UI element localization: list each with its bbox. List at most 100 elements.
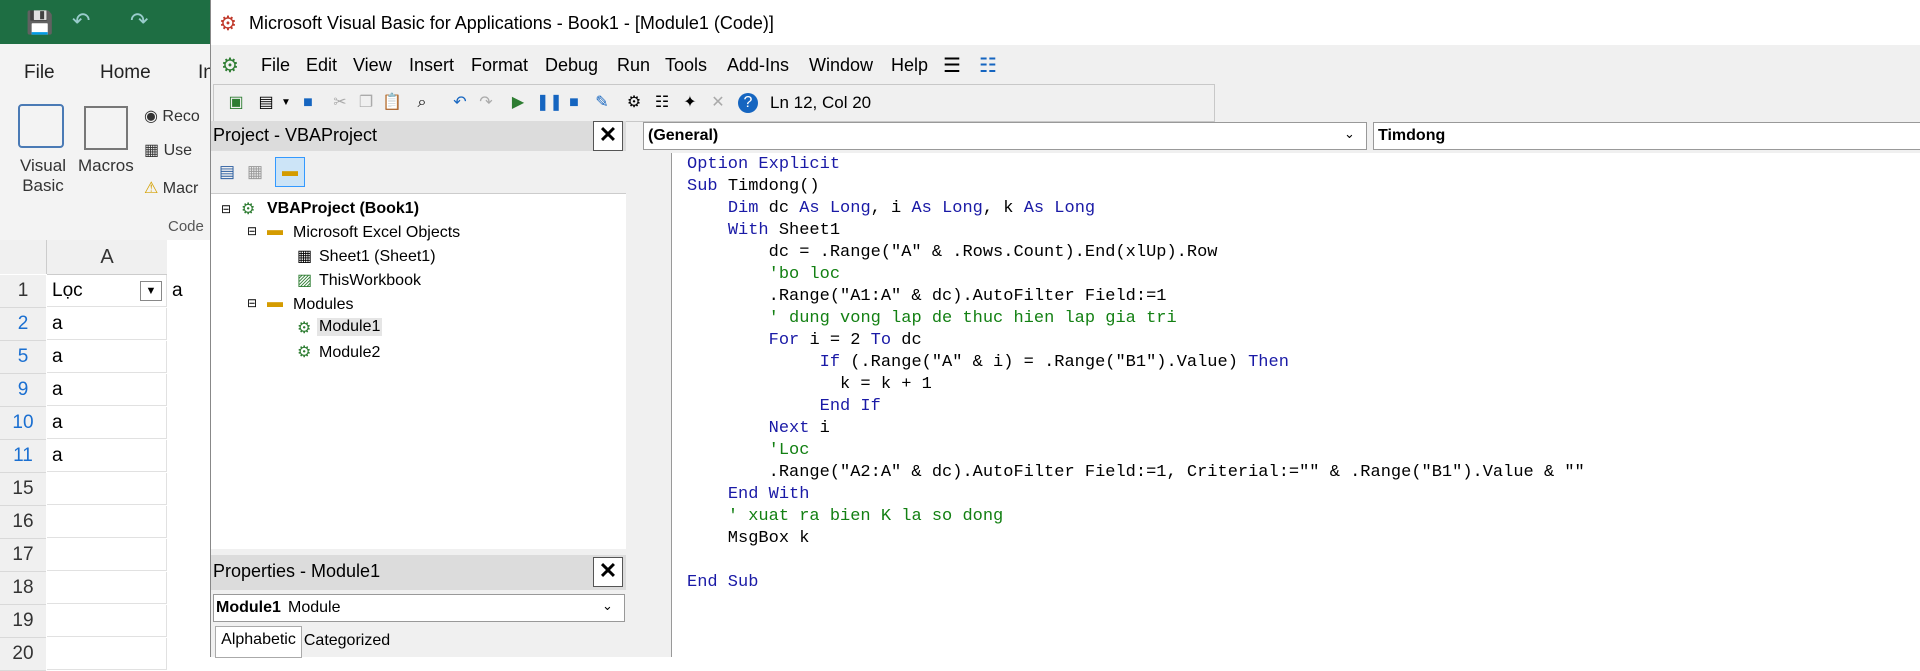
properties-object-select[interactable]: Module1 Module ⌄ <box>213 594 625 622</box>
copy-icon[interactable]: ❐ <box>356 93 376 113</box>
find-icon[interactable]: ⌕ <box>412 93 432 113</box>
filter-icon[interactable]: ▼ <box>140 281 162 301</box>
select-all-corner[interactable] <box>0 240 47 274</box>
break-icon[interactable]: ❚❚ <box>536 93 563 113</box>
object-dropdown[interactable]: (General) ⌄ <box>643 122 1367 150</box>
column-header-a[interactable]: A <box>47 240 167 275</box>
macros-label[interactable]: Macros <box>78 156 134 176</box>
cell-a[interactable]: a <box>47 341 167 373</box>
chevron-down-icon[interactable]: ⌄ <box>1344 126 1355 142</box>
menu-insert[interactable]: Insert <box>409 55 454 76</box>
tab-file[interactable]: File <box>24 62 55 84</box>
macros-icon[interactable] <box>84 106 128 150</box>
tab-categorized[interactable]: Categorized <box>303 628 391 656</box>
project-explorer-icon[interactable]: ⚙ <box>624 93 644 113</box>
row-header[interactable]: 10 <box>0 407 46 440</box>
toggle-folders-icon[interactable]: ▬ <box>275 157 305 187</box>
cell-a[interactable] <box>47 605 167 637</box>
toolbox-icon[interactable]: ✕ <box>708 93 728 113</box>
outdent-icon[interactable]: ☷ <box>979 53 997 78</box>
close-project-icon[interactable]: ✕ <box>593 121 623 151</box>
row-header[interactable]: 17 <box>0 539 46 572</box>
save-icon[interactable]: ■ <box>298 93 318 113</box>
object-browser-icon[interactable]: ✦ <box>680 93 700 113</box>
code-line: MsgBox k <box>687 529 810 548</box>
cut-icon[interactable]: ✂ <box>330 93 350 113</box>
close-properties-icon[interactable]: ✕ <box>593 557 623 587</box>
cell-a[interactable]: Lọc ▼ <box>47 275 167 307</box>
view-object-icon[interactable]: ▦ <box>247 162 263 182</box>
cell-a[interactable] <box>47 506 167 538</box>
tree-thisworkbook[interactable]: ThisWorkbook <box>319 272 421 290</box>
row-header[interactable]: 15 <box>0 473 46 506</box>
menu-edit[interactable]: Edit <box>306 55 337 76</box>
menu-view[interactable]: View <box>353 55 392 76</box>
cell-a[interactable]: a <box>47 374 167 406</box>
code-editor[interactable]: Option Explicit Sub Timdong() Dim dc As L… <box>671 153 1920 657</box>
save-icon[interactable]: 💾 <box>26 10 53 36</box>
visual-basic-icon[interactable] <box>18 104 64 148</box>
collapse-modules-icon[interactable]: ⊟ <box>247 296 257 310</box>
row-header[interactable]: 11 <box>0 440 46 473</box>
row-header[interactable]: 2 <box>0 308 46 341</box>
collapse-root-icon[interactable]: ⊟ <box>221 202 231 216</box>
tree-module1[interactable]: Module1 <box>317 318 383 336</box>
cell-a[interactable] <box>47 638 167 670</box>
row-header[interactable]: 1 <box>0 275 46 308</box>
menu-format[interactable]: Format <box>471 55 528 76</box>
menu-debug[interactable]: Debug <box>545 55 598 76</box>
menu-tools[interactable]: Tools <box>665 55 707 76</box>
row-header[interactable]: 9 <box>0 374 46 407</box>
tree-modules[interactable]: Modules <box>293 296 353 314</box>
run-icon[interactable]: ▶ <box>508 93 528 113</box>
code-line: dc = .Range("A" & .Rows.Count).End(xlUp)… <box>687 243 1218 262</box>
undo-icon[interactable]: ↶ <box>450 93 470 113</box>
tree-vbaproject[interactable]: VBAProject (Book1) <box>267 200 419 218</box>
use-relative-button[interactable]: ▦ Use <box>144 140 192 160</box>
row-header[interactable]: 19 <box>0 605 46 638</box>
chevron-down-icon[interactable]: ⌄ <box>602 598 613 614</box>
code-line: Dim dc As Long, i As Long, k As Long <box>727 199 1096 218</box>
tree-module2[interactable]: Module2 <box>319 344 380 362</box>
redo-icon[interactable]: ↷ <box>476 93 496 113</box>
view-code-icon[interactable]: ▤ <box>219 162 235 182</box>
cell-a[interactable]: a <box>47 440 167 472</box>
tree-sheet1[interactable]: Sheet1 (Sheet1) <box>319 248 436 266</box>
cell-a[interactable]: a <box>47 308 167 340</box>
menu-run[interactable]: Run <box>617 55 650 76</box>
view-excel-icon[interactable]: ▣ <box>226 93 246 113</box>
menu-file[interactable]: File <box>261 55 290 76</box>
menu-add-ins[interactable]: Add-Ins <box>727 55 789 76</box>
design-mode-icon[interactable]: ✎ <box>592 93 612 113</box>
insert-dropdown-icon[interactable]: ▼ <box>276 93 296 113</box>
cell-a[interactable] <box>47 473 167 505</box>
menu-help[interactable]: Help <box>891 55 928 76</box>
excel-ribbon: Visual Basic Macros ◉ Reco ▦ Use ⚠ Macr … <box>0 92 210 241</box>
help-icon[interactable]: ? <box>738 93 758 113</box>
tab-home[interactable]: Home <box>100 62 151 84</box>
insert-userform-icon[interactable]: ▤ <box>256 93 276 113</box>
tab-alphabetic[interactable]: Alphabetic <box>215 626 302 658</box>
cell-b[interactable]: a <box>168 275 183 307</box>
row-header[interactable]: 5 <box>0 341 46 374</box>
tree-excel-objects[interactable]: Microsoft Excel Objects <box>293 224 460 242</box>
row-header[interactable]: 20 <box>0 638 46 671</box>
indent-icon[interactable]: ☰ <box>943 53 961 78</box>
cell-a[interactable]: a <box>47 407 167 439</box>
collapse-excel-objects-icon[interactable]: ⊟ <box>247 224 257 238</box>
record-macro-button[interactable]: ◉ Reco <box>144 106 200 126</box>
procedure-dropdown[interactable]: Timdong <box>1373 122 1920 150</box>
visual-basic-label[interactable]: Visual Basic <box>18 156 68 196</box>
undo-icon[interactable]: ↶ <box>72 8 90 34</box>
paste-icon[interactable]: 📋 <box>382 93 402 113</box>
row-header[interactable]: 18 <box>0 572 46 605</box>
cell-a[interactable] <box>47 539 167 571</box>
row-header[interactable]: 16 <box>0 506 46 539</box>
redo-icon[interactable]: ↷ <box>130 8 148 34</box>
macro-security-button[interactable]: ⚠ Macr <box>144 178 198 198</box>
menu-window[interactable]: Window <box>809 55 873 76</box>
cell-a[interactable] <box>47 572 167 604</box>
project-explorer-title: Project - VBAProject ✕ <box>211 121 626 151</box>
reset-icon[interactable]: ■ <box>564 93 584 113</box>
properties-window-icon[interactable]: ☷ <box>652 93 672 113</box>
